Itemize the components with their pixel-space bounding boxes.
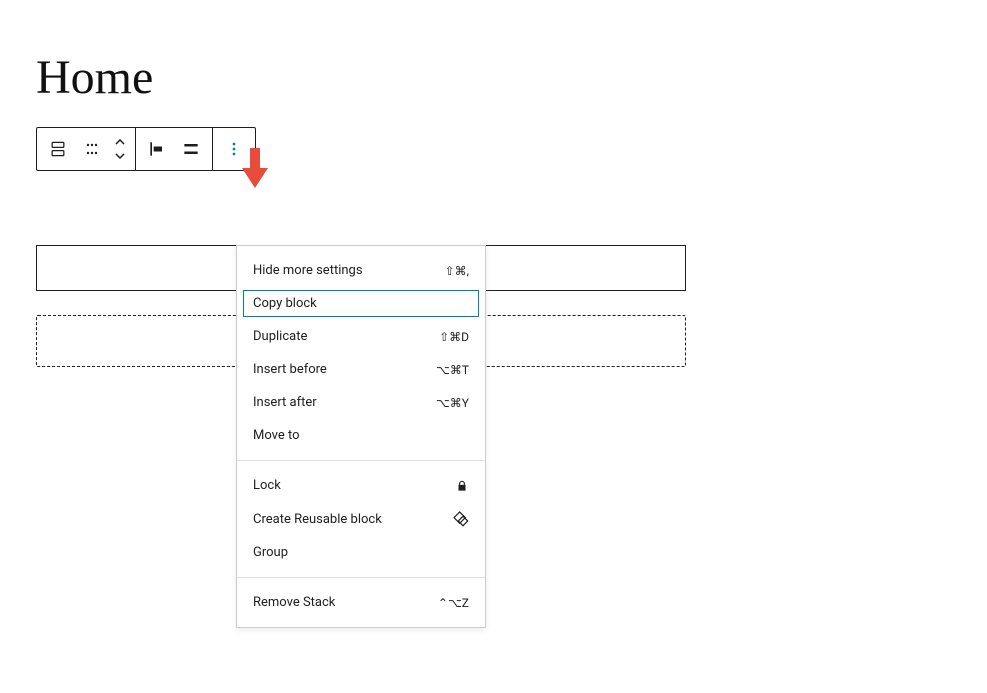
menu-item-label: Remove Stack — [253, 595, 335, 610]
block-toolbar — [36, 127, 256, 171]
menu-item-label: Create Reusable block — [253, 512, 382, 527]
block-mover — [109, 128, 131, 170]
menu-item-label: Lock — [253, 478, 281, 493]
annotation-arrow-icon — [238, 148, 272, 194]
lock-icon — [455, 479, 469, 493]
menu-item-copy-block[interactable]: Copy block — [240, 287, 482, 320]
menu-item-label: Insert before — [253, 362, 327, 377]
menu-item-shortcut: ⌥⌘T — [436, 363, 469, 377]
toolbar-group-block — [37, 128, 136, 170]
menu-group-1: Hide more settings ⇧⌘, Copy block Duplic… — [237, 246, 485, 461]
menu-item-lock[interactable]: Lock — [237, 469, 485, 502]
block-options-menu: Hide more settings ⇧⌘, Copy block Duplic… — [236, 245, 486, 628]
menu-item-label: Copy block — [253, 296, 317, 311]
menu-item-create-reusable-block[interactable]: Create Reusable block — [237, 502, 485, 536]
menu-item-shortcut: ⌥⌘Y — [436, 396, 469, 410]
menu-item-label: Group — [253, 545, 288, 560]
drag-handle-icon[interactable] — [75, 128, 109, 170]
align-button[interactable] — [140, 128, 174, 170]
menu-item-label: Duplicate — [253, 329, 307, 344]
page-title: Home — [36, 50, 987, 105]
menu-item-shortcut: ⇧⌘, — [445, 264, 469, 278]
menu-group-3: Remove Stack ⌃⌥Z — [237, 578, 485, 627]
menu-item-label: Hide more settings — [253, 263, 363, 278]
menu-item-duplicate[interactable]: Duplicate ⇧⌘D — [237, 320, 485, 353]
menu-item-group[interactable]: Group — [237, 536, 485, 569]
menu-item-shortcut: ⌃⌥Z — [438, 596, 469, 610]
menu-item-label: Insert after — [253, 395, 317, 410]
toolbar-group-align — [136, 128, 213, 170]
menu-item-shortcut: ⇧⌘D — [439, 330, 469, 344]
menu-item-hide-more-settings[interactable]: Hide more settings ⇧⌘, — [237, 254, 485, 287]
menu-item-insert-after[interactable]: Insert after ⌥⌘Y — [237, 386, 485, 419]
menu-item-label: Move to — [253, 428, 300, 443]
menu-item-move-to[interactable]: Move to — [237, 419, 485, 452]
move-down-button[interactable] — [115, 153, 125, 159]
justify-button[interactable] — [174, 128, 208, 170]
menu-item-remove-stack[interactable]: Remove Stack ⌃⌥Z — [237, 586, 485, 619]
menu-group-2: Lock Create Reusable block Group — [237, 461, 485, 578]
move-up-button[interactable] — [115, 139, 125, 145]
block-type-icon[interactable] — [41, 128, 75, 170]
menu-item-insert-before[interactable]: Insert before ⌥⌘T — [237, 353, 485, 386]
reusable-icon — [453, 511, 469, 527]
